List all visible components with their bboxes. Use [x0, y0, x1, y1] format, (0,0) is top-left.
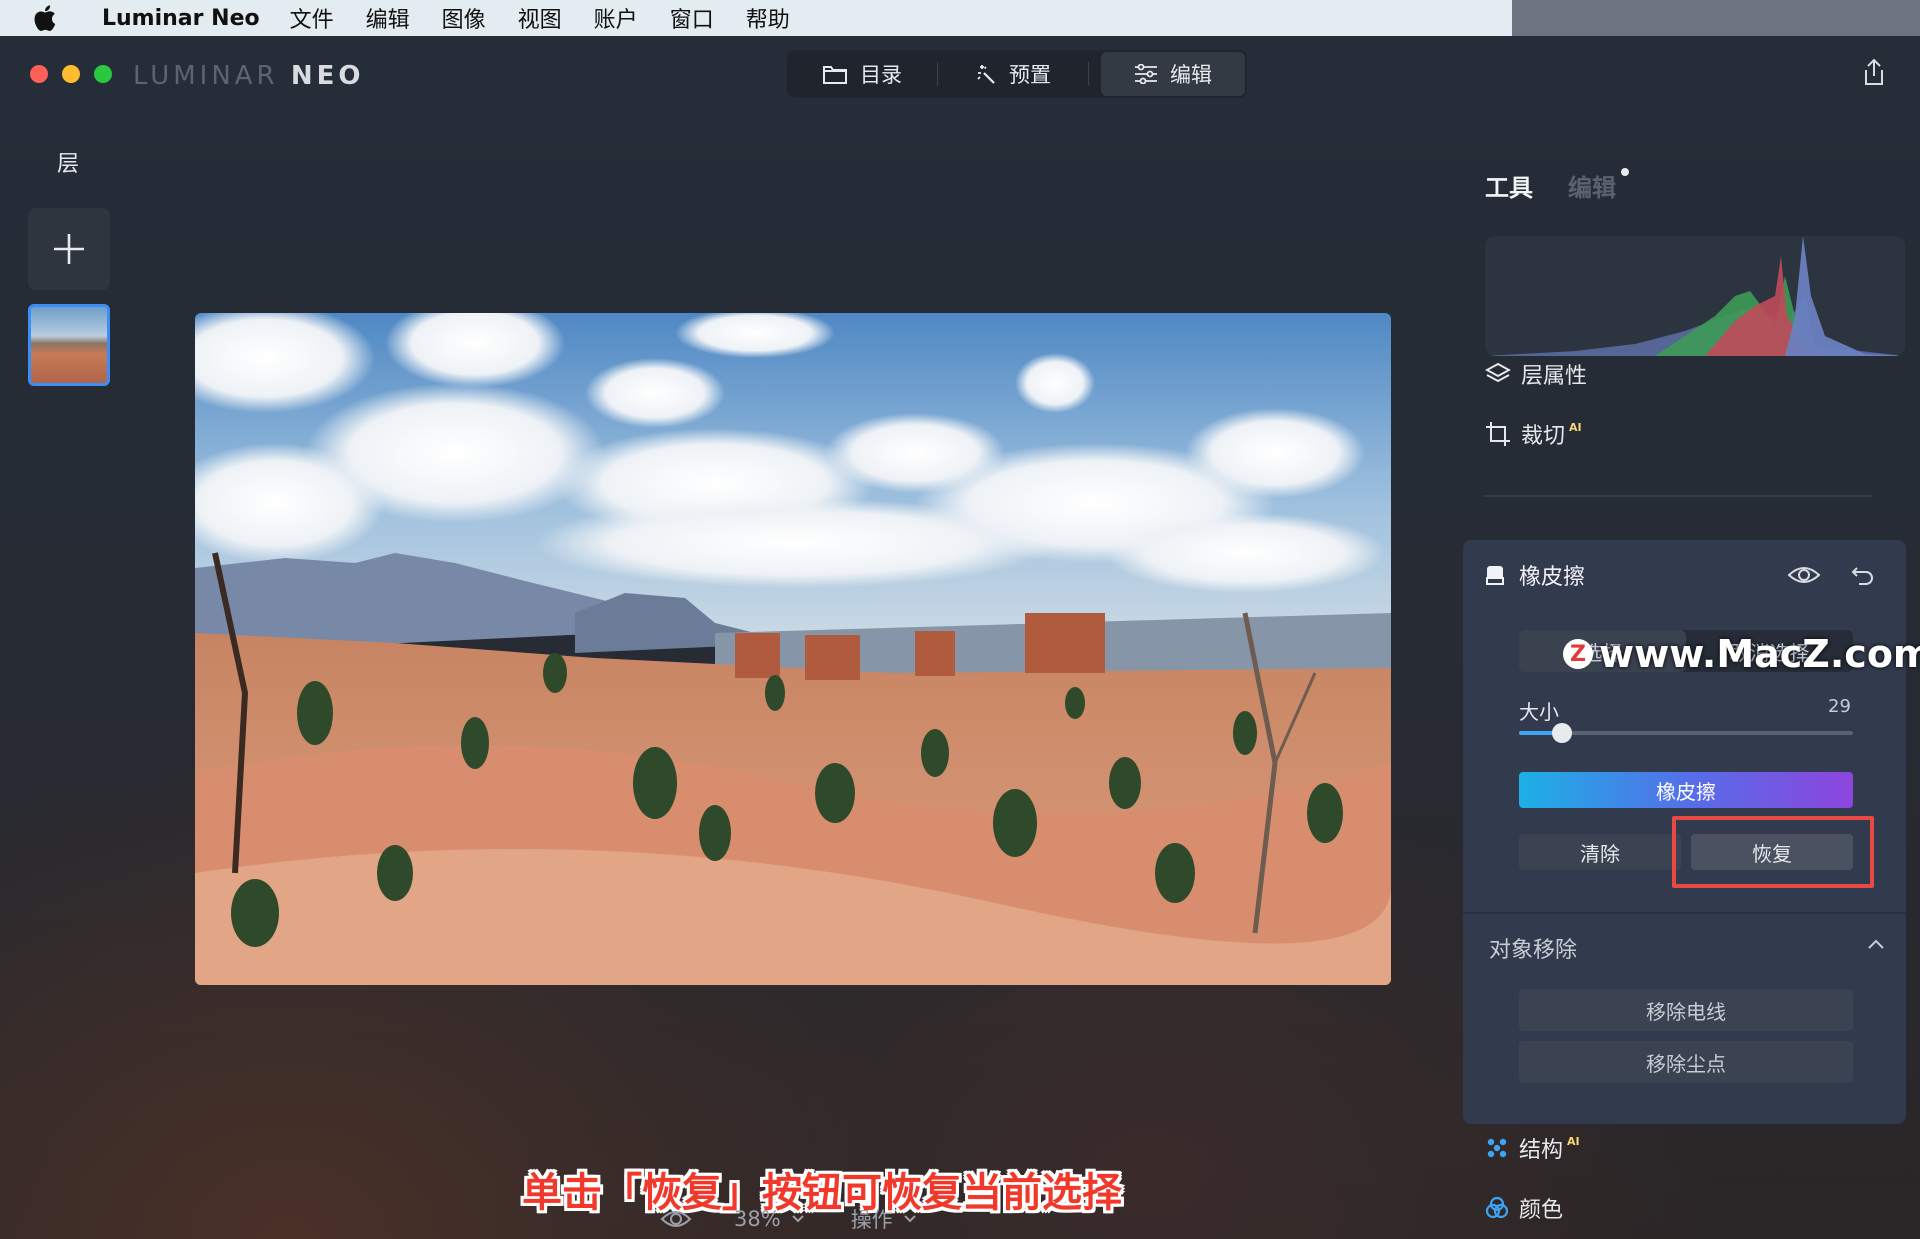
panel-separator — [1463, 912, 1906, 914]
landscape-photo — [195, 313, 1391, 985]
erase-button[interactable]: 橡皮擦 — [1519, 772, 1853, 808]
tab-presets-label: 预置 — [1009, 63, 1051, 87]
color-tool[interactable]: 颜色 — [1485, 1192, 1563, 1224]
menu-help[interactable]: 帮助 — [746, 2, 790, 34]
eraser-panel: 橡皮擦 选择 取消选择 Z www.MacZ.com 大小 29 橡皮擦 清除 — [1463, 540, 1920, 1124]
crop-ai-badge: AI — [1569, 420, 1582, 434]
panel-divider — [1485, 495, 1873, 497]
window-controls — [30, 65, 112, 83]
share-icon[interactable] — [1862, 58, 1886, 86]
edits-indicator-dot — [1621, 168, 1629, 176]
crop-tool[interactable]: 裁切 AI — [1485, 418, 1582, 450]
structure-icon — [1487, 1138, 1507, 1158]
structure-tool[interactable]: 结构 AI — [1485, 1132, 1580, 1164]
layers-icon — [1485, 362, 1511, 383]
menu-window[interactable]: 窗口 — [670, 2, 714, 34]
brush-size-value: 29 — [1828, 696, 1851, 717]
tab-catalog-label: 目录 — [860, 63, 902, 87]
structure-ai-badge: AI — [1567, 1134, 1580, 1148]
photo-canvas[interactable] — [195, 313, 1391, 985]
bottom-toolbar: 38% 操作 — [660, 1204, 917, 1234]
menu-bar-extra — [1512, 0, 1920, 36]
eraser-icon — [1486, 566, 1504, 585]
menu-file[interactable]: 文件 — [290, 2, 334, 34]
tab-edit[interactable]: 编辑 — [1101, 52, 1245, 96]
remove-powerlines-button[interactable]: 移除电线 — [1519, 989, 1853, 1031]
magic-wand-icon — [977, 65, 995, 84]
nav-separator — [1088, 62, 1089, 86]
brush-size-label: 大小 — [1519, 700, 1559, 724]
zoom-window-button[interactable] — [94, 65, 112, 83]
clear-button[interactable]: 清除 — [1519, 834, 1681, 870]
eye-icon[interactable] — [1787, 564, 1821, 586]
tab-edits[interactable]: 编辑 — [1568, 168, 1616, 203]
restore-highlight-box — [1672, 816, 1874, 888]
object-removal-title: 对象移除 — [1489, 938, 1578, 963]
zoom-level[interactable]: 38% — [734, 1207, 781, 1231]
menu-image[interactable]: 图像 — [442, 2, 486, 34]
menu-account[interactable]: 账户 — [594, 2, 638, 34]
tab-catalog[interactable]: 目录 — [787, 52, 937, 96]
logo-luminar: LUMINAR — [133, 61, 279, 91]
add-layer-button[interactable] — [28, 208, 110, 290]
color-label: 颜色 — [1519, 1198, 1564, 1223]
histogram — [1485, 236, 1905, 356]
close-window-button[interactable] — [30, 65, 48, 83]
folder-icon — [823, 66, 847, 84]
watermark-badge: Z — [1563, 639, 1593, 669]
app-menu[interactable]: Luminar Neo — [102, 6, 260, 31]
brush-size-slider[interactable] — [1519, 723, 1853, 743]
chevron-up-icon[interactable] — [1867, 938, 1885, 950]
remove-dust-button[interactable]: 移除尘点 — [1519, 1041, 1853, 1083]
tab-tools[interactable]: 工具 — [1485, 168, 1533, 203]
menu-view[interactable]: 视图 — [518, 2, 562, 34]
layer-properties-label: 层属性 — [1521, 364, 1588, 389]
apple-icon[interactable] — [30, 2, 62, 34]
layer-thumbnail[interactable] — [28, 304, 110, 386]
minimize-window-button[interactable] — [62, 65, 80, 83]
plus-icon — [54, 234, 84, 264]
eraser-header: 橡皮擦 — [1463, 540, 1906, 610]
eye-icon[interactable] — [660, 1208, 692, 1230]
chevron-down-icon[interactable] — [791, 1214, 805, 1224]
undo-icon[interactable] — [1851, 564, 1875, 586]
structure-label: 结构 — [1519, 1138, 1564, 1163]
crop-label: 裁切 — [1521, 424, 1566, 449]
brush-size-slider-thumb[interactable] — [1552, 723, 1573, 743]
sliders-icon — [1135, 64, 1157, 84]
color-icon — [1485, 1196, 1509, 1219]
menu-bar: Luminar Neo 文件 编辑 图像 视图 账户 窗口 帮助 — [0, 0, 1512, 36]
crop-icon — [1486, 422, 1510, 446]
watermark-text: www.MacZ.com — [1599, 632, 1920, 676]
tab-edit-label: 编辑 — [1170, 63, 1212, 87]
top-nav: 目录 预置 编辑 — [787, 50, 1247, 98]
layer-properties-tool[interactable]: 层属性 — [1485, 358, 1587, 390]
layers-title: 层 — [57, 152, 80, 177]
menu-edit[interactable]: 编辑 — [366, 2, 410, 34]
app-window: LUMINAR NEO 目录 预置 编辑 层 单击「恢复」按钮可恢复当前选择 3… — [0, 36, 1920, 1239]
watermark: Z www.MacZ.com — [1563, 632, 1920, 676]
eraser-title: 橡皮擦 — [1519, 565, 1586, 590]
logo-neo: NEO — [290, 61, 365, 91]
histogram-graph — [1485, 236, 1905, 356]
app-logo: LUMINAR NEO — [133, 61, 365, 91]
chevron-down-icon[interactable] — [903, 1214, 917, 1224]
actions-menu[interactable]: 操作 — [851, 1204, 893, 1234]
tab-presets[interactable]: 预置 — [938, 52, 1088, 96]
